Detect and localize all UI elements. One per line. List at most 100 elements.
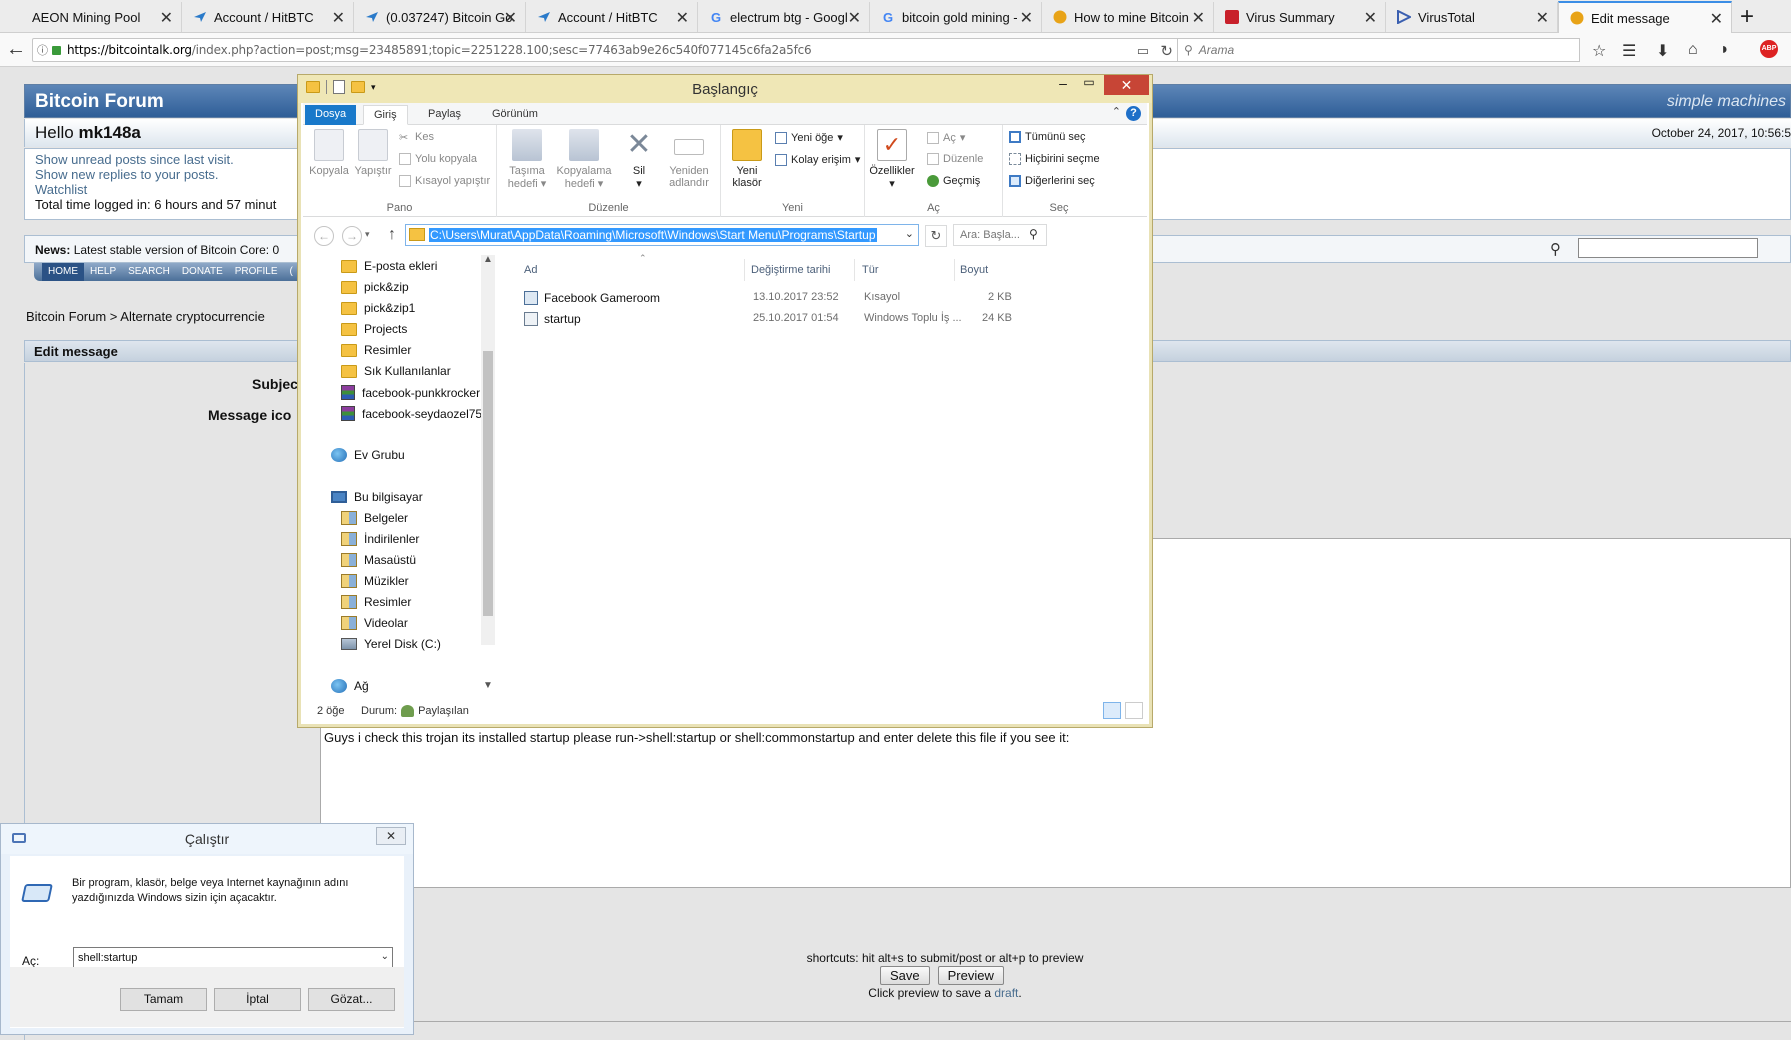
tab-close-icon[interactable]: ✕	[1364, 8, 1377, 28]
scroll-down-icon[interactable]: ▼	[483, 680, 493, 691]
delete-button[interactable]: ✕ Sil ▾	[619, 129, 659, 191]
tab-close-icon[interactable]: ✕	[848, 8, 861, 28]
close-button[interactable]: ✕	[376, 827, 406, 845]
info-icon[interactable]: ⓘ	[37, 42, 48, 58]
nav-forward-icon[interactable]: →	[342, 226, 362, 246]
column-size[interactable]: Boyut	[960, 264, 988, 276]
chevron-down-icon[interactable]: ⌄	[381, 951, 389, 962]
tree-item-ag[interactable]: Ağ	[331, 679, 369, 693]
tab-paylas[interactable]: Paylaş	[418, 105, 471, 125]
copy-to-button[interactable]: Kopyalama hedefi ▾	[555, 129, 613, 190]
refresh-icon[interactable]: ↻	[925, 225, 947, 247]
forum-search-input[interactable]	[1578, 238, 1758, 258]
unread-posts-link[interactable]: Show unread posts since last visit.	[35, 152, 234, 167]
preview-button[interactable]: Preview	[937, 966, 1004, 985]
tab-edit-message[interactable]: Edit message ✕	[1558, 1, 1732, 33]
help-icon[interactable]: ?	[1126, 106, 1141, 121]
column-date[interactable]: Değiştirme tarihi	[751, 264, 830, 276]
tree-item-yerel-disk[interactable]: Yerel Disk (C:)	[341, 637, 441, 651]
address-dropdown-icon[interactable]: ⌄	[905, 227, 914, 240]
tree-item-pickzip[interactable]: pick&zip	[341, 280, 409, 294]
run-command-input[interactable]: shell:startup ⌄	[73, 947, 393, 969]
draft-link[interactable]: draft	[994, 986, 1018, 1000]
tree-item-facebook-punkkrocker[interactable]: facebook-punkkrocker	[341, 385, 480, 400]
forum-title[interactable]: Bitcoin Forum	[35, 91, 164, 113]
new-folder-button[interactable]: Yeni klasör	[725, 129, 769, 189]
tab-close-icon[interactable]: ✕	[1536, 8, 1549, 28]
ok-button[interactable]: Tamam	[120, 988, 207, 1011]
cancel-button[interactable]: İptal	[214, 988, 301, 1011]
tab-close-icon[interactable]: ✕	[160, 8, 173, 28]
tab-close-icon[interactable]: ✕	[676, 8, 689, 28]
tree-item-ev-grubu[interactable]: Ev Grubu	[331, 448, 405, 462]
tree-item-pickzip1[interactable]: pick&zip1	[341, 301, 415, 315]
column-separator[interactable]	[854, 259, 855, 281]
maximize-button[interactable]: ▭	[1076, 75, 1102, 95]
details-view-icon[interactable]	[1103, 702, 1121, 719]
tab-gorunum[interactable]: Görünüm	[482, 105, 548, 125]
bookmark-star-icon[interactable]: ☆	[1592, 41, 1606, 61]
scroll-up-icon[interactable]: ▲	[483, 254, 493, 265]
back-button[interactable]: ←	[4, 38, 28, 62]
tree-item-resimler[interactable]: Resimler	[341, 343, 411, 357]
search-box[interactable]: ⚲ Arama	[1177, 38, 1580, 62]
explorer-titlebar[interactable]: ▾ Başlangıç – ▭ ✕	[298, 75, 1152, 103]
tab-hitbtc-2[interactable]: (0.037247) Bitcoin Go ✕	[354, 2, 526, 32]
tree-item-facebook-seydaozel75[interactable]: facebook-seydaozel75	[341, 406, 482, 421]
tree-item-e-posta-ekleri[interactable]: E-posta ekleri	[341, 259, 437, 273]
reload-icon[interactable]: ↻	[1160, 42, 1173, 60]
download-icon[interactable]: ⬇	[1656, 41, 1669, 61]
new-item-button[interactable]: Yeni öğe ▾	[775, 131, 843, 144]
new-tab-button[interactable]: +	[1740, 3, 1754, 31]
properties-button[interactable]: ✓ Özellikler ▾	[865, 129, 919, 190]
adblock-icon[interactable]: ABP	[1760, 40, 1778, 58]
reader-view-icon[interactable]: ▭	[1137, 43, 1149, 59]
file-row[interactable]: startup 25.10.2017 01:54 Windows Toplu İ…	[510, 310, 1020, 328]
select-none-button[interactable]: Hiçbirini seçme	[1009, 153, 1100, 165]
tree-item-sik-kullanilanlar[interactable]: Sık Kullanılanlar	[341, 364, 451, 378]
save-button[interactable]: Save	[880, 966, 930, 985]
tree-item-indirilenler[interactable]: İndirilenler	[341, 532, 419, 546]
tab-giris[interactable]: Giriş	[363, 105, 408, 125]
column-separator[interactable]	[744, 259, 745, 281]
tree-scrollbar[interactable]: ▲ ▼	[481, 254, 497, 695]
cut-button[interactable]: ✂ Kes	[399, 131, 434, 144]
address-bar[interactable]: C:\Users\Murat\AppData\Roaming\Microsoft…	[405, 224, 919, 246]
tab-close-icon[interactable]: ✕	[1020, 8, 1033, 28]
recent-locations-icon[interactable]: ▾	[365, 229, 370, 240]
easy-access-button[interactable]: Kolay erişim ▾	[775, 153, 860, 166]
nav-back-icon[interactable]: ←	[314, 226, 334, 246]
tree-item-belgeler[interactable]: Belgeler	[341, 511, 408, 525]
tab-google-btg[interactable]: Gbitcoin gold mining - ✕	[870, 2, 1042, 32]
move-to-button[interactable]: Taşıma hedefi ▾	[501, 129, 553, 190]
tree-item-resimler-lib[interactable]: Resimler	[341, 595, 411, 609]
menu-profile[interactable]: PROFILE	[229, 263, 284, 281]
close-button[interactable]: ✕	[1104, 75, 1149, 95]
minimize-button[interactable]: –	[1050, 75, 1076, 95]
menu-search[interactable]: SEARCH	[122, 263, 176, 281]
tree-item-muzikler[interactable]: Müzikler	[341, 574, 409, 588]
tab-virus-summary[interactable]: Virus Summary ✕	[1214, 2, 1386, 32]
column-separator[interactable]	[954, 259, 955, 281]
rename-button[interactable]: Yeniden adlandır	[661, 129, 717, 189]
invert-selection-button[interactable]: Diğerlerini seç	[1009, 175, 1095, 187]
tab-close-icon[interactable]: ✕	[504, 8, 517, 28]
column-name[interactable]: Ad	[524, 264, 537, 276]
copy-path-button[interactable]: Yolu kopyala	[399, 153, 477, 165]
tree-scroll-thumb[interactable]	[483, 351, 493, 616]
edit-button[interactable]: Düzenle	[927, 153, 983, 165]
tab-close-icon[interactable]: ✕	[332, 8, 345, 28]
run-titlebar[interactable]: Çalıştır ✕	[1, 824, 413, 854]
breadcrumb[interactable]: Bitcoin Forum > Alternate cryptocurrenci…	[26, 309, 265, 324]
tree-item-videolar[interactable]: Videolar	[341, 616, 408, 630]
copy-button[interactable]: Kopyala	[307, 129, 351, 177]
column-type[interactable]: Tür	[862, 264, 879, 276]
tab-google-electrum[interactable]: Gelectrum btg - Googl ✕	[698, 2, 870, 32]
tab-close-icon[interactable]: ✕	[1192, 8, 1205, 28]
large-icons-view-icon[interactable]	[1125, 702, 1143, 719]
tree-item-bu-bilgisayar[interactable]: Bu bilgisayar	[331, 490, 423, 504]
url-bar[interactable]: ⓘ https://bitcointalk.org/index.php?acti…	[32, 38, 1182, 62]
library-icon[interactable]: ☰	[1622, 41, 1636, 61]
pocket-icon[interactable]: ◗	[1720, 41, 1730, 59]
tab-hitbtc-1[interactable]: Account / HitBTC ✕	[182, 2, 354, 32]
